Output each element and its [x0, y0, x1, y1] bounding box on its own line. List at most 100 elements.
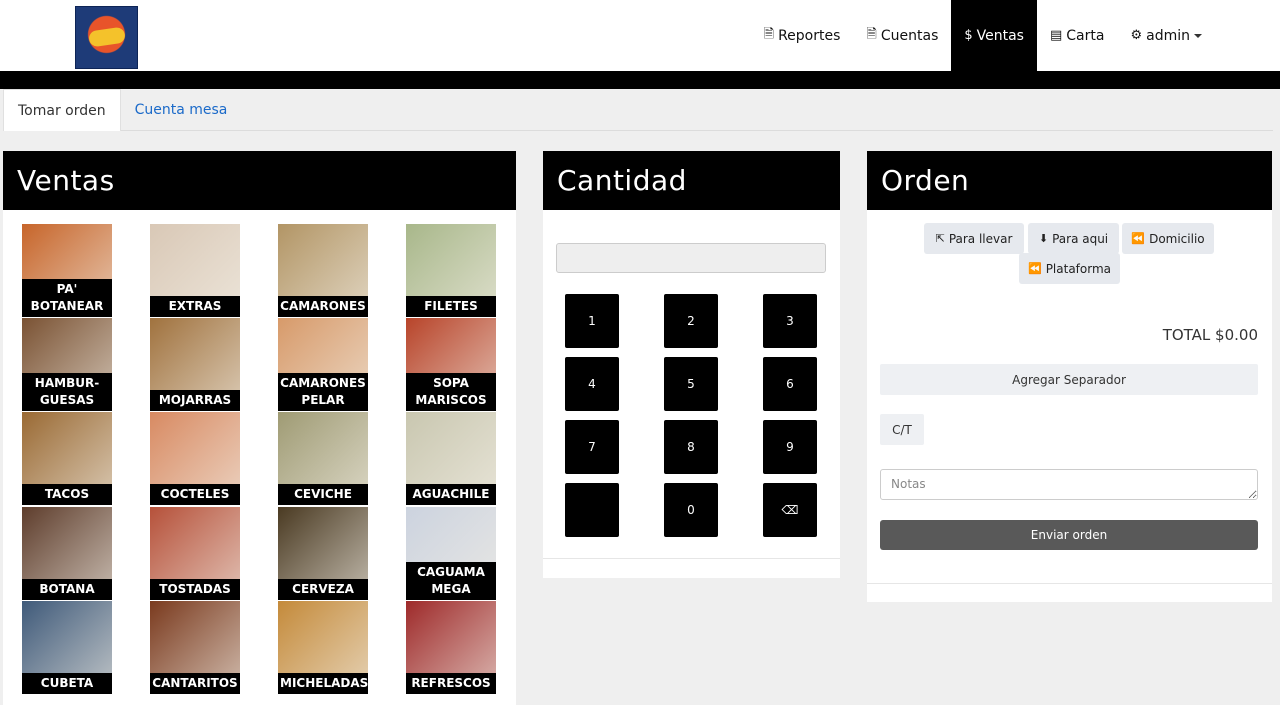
category-label: HAMBUR-GUESAS [22, 373, 112, 411]
button-label: Para aqui [1052, 231, 1109, 246]
tab-cuenta-mesa[interactable]: Cuenta mesa [121, 89, 242, 131]
panel-footer-divider [543, 558, 840, 559]
send-order-button[interactable]: Enviar orden [880, 520, 1258, 550]
button-label: Domicilio [1149, 231, 1205, 246]
category-tile[interactable]: PA' BOTANEAR [22, 224, 112, 317]
nav-divider-bar [0, 71, 1280, 89]
blank-key[interactable] [565, 483, 619, 537]
category-label: EXTRAS [150, 296, 240, 317]
category-tile[interactable]: CERVEZA [278, 507, 368, 600]
category-label: COCTELES [150, 484, 240, 505]
ventas-panel: Ventas PA' BOTANEAR EXTRAS CAMARONES FILETE… [3, 151, 516, 705]
nav-label: admin [1146, 27, 1190, 44]
category-tile[interactable]: TOSTADAS [150, 507, 240, 600]
category-tile[interactable]: CAGUAMA MEGA [406, 507, 496, 600]
category-label: TOSTADAS [150, 579, 240, 600]
category-tile[interactable]: CAMARONES PELAR [278, 318, 368, 411]
keypad-key[interactable]: 1 [565, 294, 619, 348]
logo-emblem [88, 26, 126, 48]
category-label: FILETES [406, 296, 496, 317]
nav-item-reportes[interactable]: 🗎 Reportes [751, 0, 854, 71]
category-tile[interactable]: CANTARITOS [150, 601, 240, 694]
category-label: CEVICHE [278, 484, 368, 505]
domicilio-button[interactable]: ⏪ Domicilio [1122, 223, 1214, 254]
nav-label: Carta [1066, 27, 1105, 44]
category-label: SOPA MARISCOS [406, 373, 496, 411]
nav-menu: 🗎 Reportes 🗎 Cuentas $ Ventas ▤ Carta ⚙ … [751, 0, 1215, 71]
keypad-key[interactable]: 8 [664, 420, 718, 474]
keypad-key[interactable]: 3 [763, 294, 817, 348]
para-aqui-button[interactable]: ⬇ Para aqui [1028, 223, 1119, 254]
category-label: AGUACHILE [406, 484, 496, 505]
backspace-key[interactable]: ⌫ [763, 483, 817, 537]
file-icon: 🗎 [866, 26, 877, 42]
category-tile[interactable]: CEVICHE [278, 412, 368, 505]
file-icon: 🗎 [763, 26, 775, 42]
category-tile[interactable]: CUBETA [22, 601, 112, 694]
category-tile[interactable]: TACOS [22, 412, 112, 505]
caret-down-icon [1194, 33, 1202, 38]
orden-panel: Orden ⇱ Para llevar ⬇ Para aqui ⏪ Domici… [867, 151, 1272, 602]
nav-item-cuentas[interactable]: 🗎 Cuentas [853, 0, 951, 71]
category-tile[interactable]: FILETES [406, 224, 496, 317]
category-label: PA' BOTANEAR [22, 279, 112, 317]
category-tile[interactable]: MOJARRAS [150, 318, 240, 411]
keypad-key[interactable]: 5 [664, 357, 718, 411]
add-separator-button[interactable]: Agregar Separador [880, 364, 1258, 395]
nav-label: Reportes [778, 27, 841, 44]
nav-label: Ventas [976, 27, 1024, 44]
ventas-title: Ventas [3, 151, 516, 210]
keypad-key[interactable]: 7 [565, 420, 619, 474]
ct-button[interactable]: C/T [880, 414, 924, 445]
keypad-key[interactable]: 4 [565, 357, 619, 411]
category-label: BOTANA [22, 579, 112, 600]
panel-footer-divider [867, 583, 1272, 584]
keypad-key[interactable]: 0 [664, 483, 718, 537]
notes-textarea[interactable] [880, 469, 1258, 500]
dollar-icon: $ [964, 28, 973, 43]
category-label: CAMARONES PELAR [278, 373, 368, 411]
brand-logo[interactable] [75, 6, 138, 69]
category-tile[interactable]: EXTRAS [150, 224, 240, 317]
category-label: MICHELADAS [278, 673, 368, 694]
category-label: CUBETA [22, 673, 112, 694]
orden-title: Orden [867, 151, 1272, 210]
category-tile[interactable]: MICHELADAS [278, 601, 368, 694]
backward-icon: ⏪ [1131, 232, 1146, 245]
download-circle-icon: ⬇ [1038, 232, 1049, 245]
gear-icon: ⚙ [1130, 28, 1143, 43]
category-tile[interactable]: BOTANA [22, 507, 112, 600]
share-icon: ⇱ [935, 232, 945, 245]
category-tile[interactable]: COCTELES [150, 412, 240, 505]
backward-icon: ⏪ [1027, 262, 1042, 275]
category-label: TACOS [22, 484, 112, 505]
category-label: CAMARONES [278, 296, 368, 317]
button-label: Plataforma [1045, 261, 1112, 276]
keypad-key[interactable]: 9 [763, 420, 817, 474]
plataforma-button[interactable]: ⏪ Plataforma [1019, 253, 1120, 284]
category-tile[interactable]: HAMBUR-GUESAS [22, 318, 112, 411]
category-label: REFRESCOS [406, 673, 496, 694]
order-tabs: Tomar orden Cuenta mesa [3, 89, 1273, 131]
category-label: CANTARITOS [150, 673, 240, 694]
category-label: CAGUAMA MEGA [406, 562, 496, 600]
category-tile[interactable]: CAMARONES [278, 224, 368, 317]
category-tile[interactable]: REFRESCOS [406, 601, 496, 694]
nav-item-carta[interactable]: ▤ Carta [1037, 0, 1117, 71]
nav-item-admin[interactable]: ⚙ admin [1117, 0, 1215, 71]
button-label: Para llevar [948, 231, 1013, 246]
category-label: CERVEZA [278, 579, 368, 600]
para-llevar-button[interactable]: ⇱ Para llevar [924, 223, 1024, 254]
quantity-display[interactable] [556, 243, 826, 273]
category-label: MOJARRAS [150, 390, 240, 411]
nav-item-ventas[interactable]: $ Ventas [951, 0, 1037, 71]
category-tile[interactable]: AGUACHILE [406, 412, 496, 505]
tab-tomar-orden[interactable]: Tomar orden [3, 89, 121, 131]
keypad-key[interactable]: 2 [664, 294, 718, 348]
order-total: TOTAL $0.00 [1162, 326, 1258, 344]
category-tile[interactable]: SOPA MARISCOS [406, 318, 496, 411]
book-icon: ▤ [1049, 28, 1063, 43]
cantidad-panel: Cantidad 1 2 3 4 5 6 7 8 9 0 ⌫ [543, 151, 840, 578]
keypad-key[interactable]: 6 [763, 357, 817, 411]
nav-label: Cuentas [880, 27, 939, 44]
